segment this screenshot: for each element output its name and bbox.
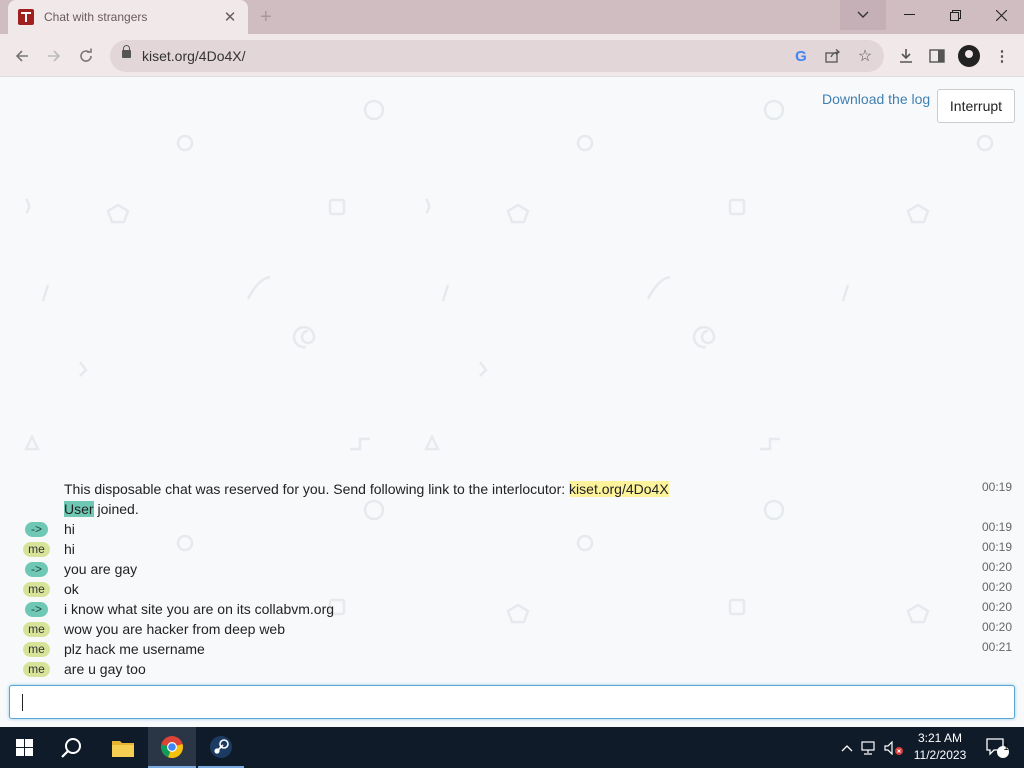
- notification-count: 1: [1003, 742, 1009, 752]
- windows-start-icon[interactable]: [0, 727, 48, 768]
- browser-titlebar: Chat with strangers ✕ +: [0, 0, 1024, 34]
- message-time: 00:20: [982, 600, 1013, 614]
- lock-icon: [122, 45, 131, 58]
- message-time: 00:20: [982, 580, 1013, 594]
- chat-message: me wow you are hacker from deep web 00:20: [0, 619, 1024, 639]
- new-tab-icon[interactable]: +: [260, 6, 272, 29]
- chat-message: me hi 00:19: [0, 539, 1024, 559]
- join-message: User joined.: [0, 499, 1024, 519]
- chat-message: -> i know what site you are on its collab…: [0, 599, 1024, 619]
- network-icon[interactable]: [860, 727, 880, 768]
- sender-badge-stranger: ->: [25, 562, 48, 577]
- browser-tab[interactable]: Chat with strangers ✕: [8, 0, 248, 34]
- message-input[interactable]: [10, 686, 1014, 718]
- message-time: 00:20: [982, 560, 1013, 574]
- chat-page: Download the log Interrupt This disposab…: [0, 77, 1024, 727]
- maximize-icon[interactable]: [932, 0, 978, 30]
- message-text: are u gay too: [64, 661, 146, 677]
- sender-badge-me: me: [23, 662, 50, 677]
- chrome-icon[interactable]: [148, 727, 196, 768]
- system-message-text: This disposable chat was reserved for yo…: [64, 481, 669, 497]
- join-message-text: User joined.: [64, 501, 139, 517]
- message-text: hi: [64, 521, 75, 537]
- star-icon[interactable]: ☆: [855, 46, 875, 66]
- reload-icon[interactable]: [74, 44, 98, 68]
- download-icon[interactable]: [895, 45, 917, 67]
- sender-badge-stranger: ->: [25, 522, 48, 537]
- message-time: 00:21: [982, 640, 1013, 654]
- sender-badge-me: me: [23, 642, 50, 657]
- profile-icon[interactable]: [958, 45, 980, 67]
- message-text: you are gay: [64, 561, 138, 577]
- clock-date: 11/2/2023: [913, 748, 967, 762]
- windows-taskbar: 3:21 AM 11/2/2023 1: [0, 727, 1024, 768]
- file-explorer-icon[interactable]: [100, 727, 146, 768]
- tab-favicon-icon: [18, 9, 34, 25]
- interrupt-button[interactable]: Interrupt: [937, 89, 1015, 123]
- url-text[interactable]: kiset.org/4Do4X/: [142, 48, 246, 64]
- message-text: hi: [64, 541, 75, 557]
- system-message: This disposable chat was reserved for yo…: [0, 479, 1024, 499]
- address-bar[interactable]: kiset.org/4Do4X/ G ☆: [110, 40, 884, 72]
- sender-badge-stranger: ->: [25, 602, 48, 617]
- share-icon[interactable]: [823, 46, 843, 66]
- message-text: ok: [64, 581, 79, 597]
- text-caret: [22, 694, 23, 711]
- chat-share-link[interactable]: kiset.org/4Do4X: [569, 481, 669, 497]
- message-text: plz hack me username: [64, 641, 205, 657]
- message-input-box[interactable]: [9, 685, 1015, 719]
- message-time: 00:19: [982, 520, 1013, 534]
- back-icon[interactable]: [10, 44, 34, 68]
- message-time: 00:19: [982, 480, 1013, 494]
- menu-icon[interactable]: ⋮: [991, 45, 1013, 67]
- chevron-down-icon[interactable]: [840, 0, 886, 30]
- tab-title: Chat with strangers: [44, 10, 148, 24]
- system-intro-text: This disposable chat was reserved for yo…: [64, 481, 570, 497]
- joined-user-name: User: [64, 501, 94, 517]
- taskbar-clock[interactable]: 3:21 AM 11/2/2023: [907, 730, 973, 764]
- google-icon[interactable]: G: [791, 46, 811, 66]
- chat-message: me plz hack me username 00:21: [0, 639, 1024, 659]
- notification-icon[interactable]: 1: [978, 727, 1018, 768]
- search-icon[interactable]: [48, 727, 96, 768]
- sender-badge-me: me: [23, 542, 50, 557]
- chat-message: -> you are gay 00:20: [0, 559, 1024, 579]
- joined-text: joined.: [93, 501, 139, 517]
- chat-message: -> hi 00:19: [0, 519, 1024, 539]
- steam-icon[interactable]: [198, 727, 244, 768]
- forward-icon[interactable]: [42, 44, 66, 68]
- message-text: wow you are hacker from deep web: [64, 621, 285, 637]
- chat-message: me are u gay too: [0, 659, 1024, 679]
- browser-toolbar: kiset.org/4Do4X/ G ☆ ⋮: [0, 34, 1024, 77]
- sender-badge-me: me: [23, 582, 50, 597]
- close-icon[interactable]: ✕: [222, 8, 238, 26]
- sender-badge-me: me: [23, 622, 50, 637]
- message-time: 00:19: [982, 540, 1013, 554]
- chat-message: me ok 00:20: [0, 579, 1024, 599]
- volume-muted-icon[interactable]: [883, 727, 905, 768]
- window-close-icon[interactable]: [978, 0, 1024, 30]
- side-panel-icon[interactable]: [926, 45, 948, 67]
- clock-time: 3:21 AM: [917, 731, 963, 745]
- message-time: 00:20: [982, 620, 1013, 634]
- tray-chevron-icon[interactable]: [838, 727, 856, 768]
- chat-log: This disposable chat was reserved for yo…: [0, 479, 1024, 679]
- minimize-icon[interactable]: [886, 0, 932, 30]
- message-text: i know what site you are on its collabvm…: [64, 601, 335, 617]
- download-log-link[interactable]: Download the log: [822, 91, 930, 107]
